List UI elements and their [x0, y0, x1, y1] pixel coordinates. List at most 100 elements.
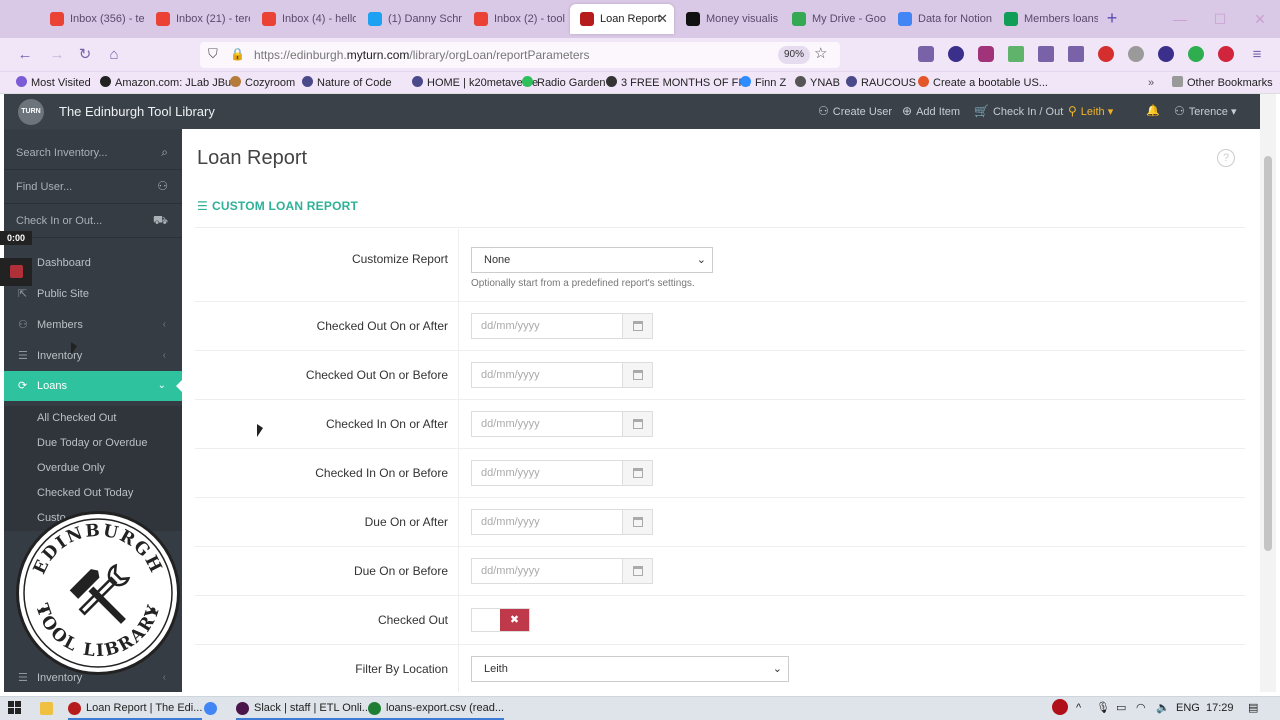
windows-start-icon[interactable]: [8, 701, 22, 715]
browser-tab[interactable]: (1) Danny Schni: [358, 4, 462, 34]
cart-icon[interactable]: ⛟: [153, 213, 168, 229]
extension-block-icon[interactable]: [1128, 46, 1144, 62]
bookmark-item[interactable]: Create a bootable US...: [918, 72, 1048, 94]
sidebar-subitem-due-today[interactable]: Due Today or Overdue: [4, 431, 182, 456]
customize-report-select[interactable]: None ⌄: [471, 247, 713, 273]
zoom-level[interactable]: 90%: [778, 46, 811, 64]
bookmark-item[interactable]: 3 FREE MONTHS OF FI...: [606, 72, 751, 94]
clock[interactable]: 17:29: [1206, 697, 1234, 720]
browser-tab[interactable]: Money visualis: [676, 4, 780, 34]
calendar-icon[interactable]: [622, 313, 653, 339]
location-dropdown[interactable]: ⚲ Leith ▾: [1068, 94, 1113, 130]
bookmark-item[interactable]: HOME | k20metaverse: [412, 72, 538, 94]
back-icon[interactable]: ←: [14, 44, 36, 66]
myturn-logo[interactable]: TURN: [18, 99, 44, 125]
bookmark-item[interactable]: Amazon.com: JLab JBu...: [100, 72, 240, 94]
wifi-icon[interactable]: ◠: [1136, 697, 1146, 720]
checked-in-before-input[interactable]: [471, 460, 623, 486]
taskbar-app[interactable]: Slack | staff | ETL Onli...: [236, 697, 371, 720]
other-bookmarks[interactable]: Other Bookmarks: [1172, 72, 1273, 94]
pocket-save-icon[interactable]: [978, 46, 994, 62]
help-icon[interactable]: ?: [1217, 149, 1235, 167]
calendar-icon[interactable]: [622, 558, 653, 584]
browser-tab[interactable]: Inbox (21) - tere: [146, 4, 250, 34]
chevron-up-icon[interactable]: ^: [1076, 697, 1081, 720]
home-icon[interactable]: ⌂: [103, 44, 125, 66]
mask-icon[interactable]: [948, 46, 964, 62]
checked-out-toggle[interactable]: ✖: [471, 608, 530, 632]
taskbar-app[interactable]: [204, 697, 222, 720]
language-indicator[interactable]: ENG: [1176, 697, 1200, 720]
page-scrollbar[interactable]: [1260, 94, 1276, 692]
scrollbar-thumb[interactable]: [1264, 156, 1272, 551]
taskbar-app[interactable]: loans-export.csv (read...: [368, 697, 504, 720]
filter-location-select[interactable]: Leith ⌄: [471, 656, 789, 682]
extension-t-icon[interactable]: [1158, 46, 1174, 62]
adblock-icon[interactable]: [1218, 46, 1234, 62]
bookmark-item[interactable]: YNAB: [795, 72, 840, 94]
new-tab-button[interactable]: +: [1100, 6, 1124, 30]
sidebar-icon[interactable]: [1068, 46, 1084, 62]
browser-tab[interactable]: Inbox (4) - hello: [252, 4, 356, 34]
calendar-icon[interactable]: [622, 411, 653, 437]
extension-red-icon[interactable]: [1098, 46, 1114, 62]
find-user-input[interactable]: [16, 178, 146, 196]
calendar-icon[interactable]: [622, 362, 653, 388]
sidebar-item-inventory[interactable]: ☰ Inventory ‹: [4, 341, 182, 371]
menu-icon[interactable]: ≡: [1246, 44, 1268, 66]
add-item-link[interactable]: ⊕ Add Item: [902, 94, 960, 130]
checked-in-after-input[interactable]: [471, 411, 623, 437]
browser-tab[interactable]: Inbox (2) - tool: [464, 4, 568, 34]
calendar-icon[interactable]: [622, 509, 653, 535]
extension-green-icon[interactable]: [1188, 46, 1204, 62]
sidebar-item-loans[interactable]: ⟳ Loans ⌄: [4, 371, 182, 401]
browser-tab[interactable]: Data for Notion: [888, 4, 992, 34]
bookmark-item[interactable]: Finn Z: [740, 72, 786, 94]
create-user-link[interactable]: ⚇ Create User: [818, 94, 892, 130]
user-menu[interactable]: ⚇ Terence ▾: [1174, 94, 1236, 130]
pocket-icon[interactable]: [918, 46, 934, 62]
taskbar-app[interactable]: Loan Report | The Edi...: [68, 697, 203, 720]
search-icon[interactable]: ⌕: [161, 145, 168, 160]
sidebar-item-members[interactable]: ⚇ Members ‹: [4, 310, 182, 340]
bookmark-item[interactable]: RAUCOUS: [846, 72, 916, 94]
calendar-icon[interactable]: [622, 460, 653, 486]
close-window-button[interactable]: ✕: [1240, 0, 1280, 38]
maximize-button[interactable]: ☐: [1200, 0, 1240, 38]
due-before-input[interactable]: [471, 558, 623, 584]
close-tab-icon[interactable]: ✕: [657, 4, 668, 34]
url-bar[interactable]: ⛉ 🔒 https://edinburgh.myturn.com/library…: [200, 42, 840, 68]
checked-out-before-input[interactable]: [471, 362, 623, 388]
due-after-input[interactable]: [471, 509, 623, 535]
bookmark-item[interactable]: Nature of Code: [302, 72, 392, 94]
search-inventory-input[interactable]: [16, 144, 146, 162]
minimize-button[interactable]: —: [1160, 0, 1200, 38]
record-stop-button[interactable]: [0, 258, 32, 286]
check-in-out-link[interactable]: 🛒 Check In / Out: [974, 94, 1063, 130]
browser-tab[interactable]: Members loans: [994, 4, 1098, 34]
download-icon[interactable]: [1008, 46, 1024, 62]
bookmark-item[interactable]: Most Visited: [16, 72, 91, 94]
notifications-bell-icon[interactable]: 🔔: [1146, 94, 1160, 129]
browser-tab[interactable]: Inbox (356) - te: [40, 4, 144, 34]
sidebar-subitem-all-checked-out[interactable]: All Checked Out: [4, 406, 182, 431]
microphone-icon[interactable]: 🎙: [1096, 697, 1110, 720]
library-icon[interactable]: [1038, 46, 1054, 62]
checked-out-after-input[interactable]: [471, 313, 623, 339]
check-in-out-input[interactable]: [16, 212, 146, 230]
app-title[interactable]: The Edinburgh Tool Library: [59, 94, 215, 129]
bookmark-item[interactable]: Cozyroom: [230, 72, 295, 94]
more-bookmarks-icon[interactable]: »: [1148, 72, 1154, 94]
notifications-icon[interactable]: ▤: [1248, 697, 1258, 720]
battery-icon[interactable]: ▭: [1116, 697, 1126, 720]
sidebar-subitem-checked-out-today[interactable]: Checked Out Today: [4, 481, 182, 506]
user-search-icon[interactable]: ⚇: [157, 179, 168, 193]
reload-icon[interactable]: ↻: [74, 44, 96, 66]
sidebar-subitem-overdue[interactable]: Overdue Only: [4, 456, 182, 481]
bookmark-item[interactable]: Radio Garden: [522, 72, 606, 94]
browser-tab[interactable]: My Drive - Goo: [782, 4, 886, 34]
volume-icon[interactable]: 🔈: [1156, 697, 1170, 720]
forward-icon[interactable]: →: [46, 44, 68, 66]
bookmark-star-icon[interactable]: ☆: [814, 44, 827, 62]
record-tray-icon[interactable]: [1052, 697, 1068, 720]
